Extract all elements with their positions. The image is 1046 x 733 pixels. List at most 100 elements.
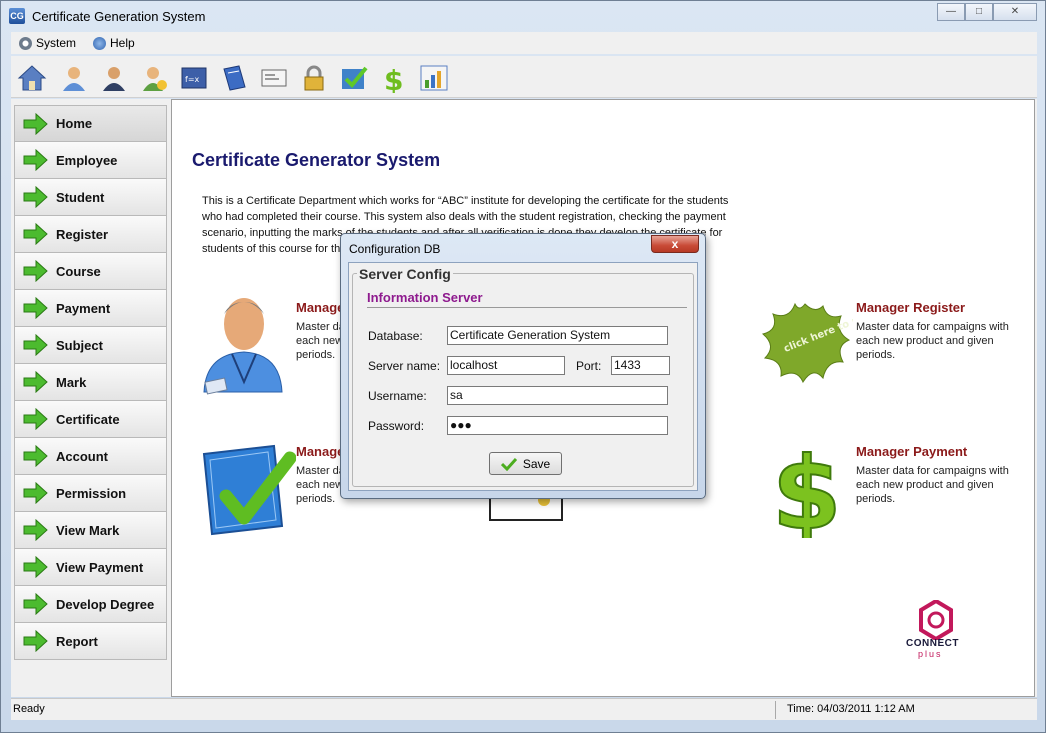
sidebar-item-payment[interactable]: Payment [14,290,167,327]
title-bar: CG Certificate Generation System — □ ✕ [1,1,1045,31]
toolbar-report-button[interactable] [417,61,451,95]
certificate-icon [261,69,287,87]
password-label: Password: [368,419,425,433]
sidebar-item-mark[interactable]: Mark [14,364,167,401]
toolbar-permission-button[interactable] [297,61,331,95]
toolbar-certificate-button[interactable] [257,61,291,95]
green-arrow-icon [23,371,48,393]
green-arrow-icon [23,519,48,541]
configuration-db-dialog: Configuration DB x Server Config Informa… [340,233,706,499]
gear-icon [19,36,32,50]
sidebar-item-develop-degree[interactable]: Develop Degree [14,586,167,623]
sidebar-item-view-payment[interactable]: View Payment [14,549,167,586]
tile-desc-manager-register: Master data for campaigns with each new … [856,321,1009,361]
menu-help[interactable]: Help [93,36,135,50]
save-button-label: Save [522,456,551,471]
checkmark-icon [500,457,517,471]
toolbar-course-button[interactable]: f=x [177,61,211,95]
lock-icon [304,65,324,91]
sidebar-item-course[interactable]: Course [14,253,167,290]
dialog-close-button[interactable]: x [651,235,699,253]
menu-bar: System Help [11,32,1037,54]
database-label: Database: [368,329,423,343]
status-time: Time: 04/03/2011 1:12 AM [787,703,915,715]
dialog-title: Configuration DB [349,242,441,256]
port-label: Port: [576,359,602,373]
dollar-icon: $ [384,64,403,93]
section-title: Information Server [367,290,483,305]
app-window: CG Certificate Generation System — □ ✕ S… [0,0,1046,733]
toolbar-register-button[interactable] [137,61,171,95]
sidebar-item-subject[interactable]: Subject [14,327,167,364]
toolbar-mark-button[interactable] [337,61,371,95]
sidebar-item-home[interactable]: Home [14,105,167,142]
menu-help-label: Help [110,36,135,50]
minimize-button[interactable]: — [937,3,965,21]
toolbar-subject-button[interactable] [217,61,251,95]
blueprint-check-icon[interactable] [196,440,296,536]
sidebar-item-view-mark[interactable]: View Mark [14,512,167,549]
server-name-input[interactable]: localhost [447,356,565,375]
green-arrow-icon [23,408,48,430]
sidebar-item-label: Certificate [56,411,120,427]
sidebar-item-register[interactable]: Register [14,216,167,253]
subject-book-icon [223,65,246,91]
toolbar: f=x $ [11,56,1037,98]
close-button[interactable]: ✕ [993,3,1037,21]
port-input[interactable]: 1433 [611,356,670,375]
sidebar-item-label: View Payment [56,559,144,575]
tile-desc-manager-payment: Master data for campaigns with each new … [856,465,1009,505]
app-icon: CG [9,8,25,24]
save-button[interactable]: Save [489,452,562,475]
svg-text:f=x: f=x [185,75,200,84]
window-controls: — □ ✕ [937,3,1037,21]
database-input[interactable]: Certificate Generation System [447,326,668,345]
student-icon [103,67,125,91]
sidebar-item-label: Student [56,189,105,205]
page-title: Certificate Generator System [192,150,441,170]
green-arrow-icon [23,556,48,578]
sidebar-item-certificate[interactable]: Certificate [14,401,167,438]
employee-person-icon[interactable] [192,292,292,397]
sidebar-item-label: Home [56,116,93,131]
sidebar-item-label: Course [56,263,101,279]
toolbar-payment-button[interactable]: $ [377,61,411,95]
sidebar-item-permission[interactable]: Permission [14,475,167,512]
password-input[interactable]: ●●● [447,416,668,435]
status-ready: Ready [13,703,45,715]
register-user-icon [143,67,167,91]
green-arrow-icon [23,112,48,135]
course-icon: f=x [181,67,207,89]
sidebar-item-account[interactable]: Account [14,438,167,475]
employee-icon [63,67,85,91]
green-arrow-icon [23,186,48,208]
sidebar: Home Employee Student Register Course Pa… [14,105,169,660]
click-here-to-register-splat-icon[interactable]: click here to register [757,296,853,388]
sidebar-item-label: Register [56,226,109,242]
mark-check-icon [342,66,368,89]
menu-system[interactable]: System [19,36,76,50]
connect-plus-logo-icon [919,600,953,640]
section-divider [367,307,687,308]
green-arrow-icon [23,149,48,171]
toolbar-employee-button[interactable] [57,61,91,95]
help-icon [93,36,106,50]
tile-title-manager-register[interactable]: Manager Register [856,300,965,315]
home-icon [17,65,47,91]
username-label: Username: [368,389,427,403]
green-arrow-icon [23,445,48,467]
green-dollar-icon[interactable]: $ [766,436,846,538]
green-arrow-icon [23,593,48,615]
sidebar-item-student[interactable]: Student [14,179,167,216]
svg-text:$: $ [384,64,403,93]
sidebar-item-employee[interactable]: Employee [14,142,167,179]
username-input[interactable]: sa [447,386,668,405]
sidebar-item-label: Employee [56,152,118,168]
tile-title-manager-payment[interactable]: Manager Payment [856,444,967,459]
sidebar-item-label: Subject [56,337,103,353]
sidebar-item-report[interactable]: Report [14,623,167,660]
toolbar-student-button[interactable] [97,61,131,95]
maximize-button[interactable]: □ [965,3,993,21]
toolbar-home-button[interactable] [15,61,49,95]
sidebar-item-label: Mark [56,374,87,390]
